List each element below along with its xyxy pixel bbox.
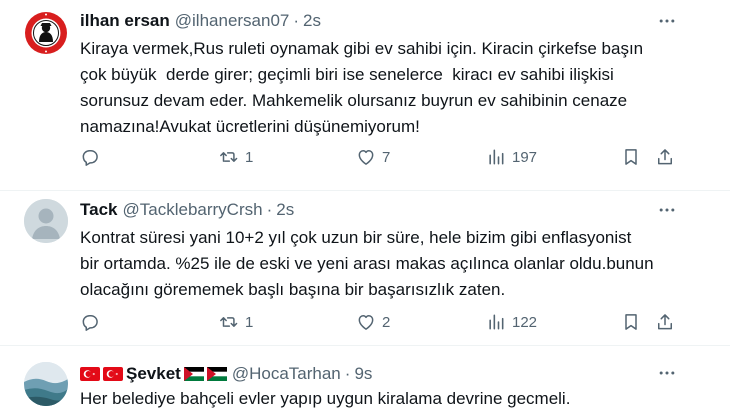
retweet-icon (220, 152, 238, 162)
timestamp[interactable]: 9s (354, 364, 372, 384)
tweet-header: Şevket @HocaTarhan · 9s (80, 362, 372, 386)
display-name[interactable]: ilhan ersan (80, 11, 170, 31)
tweet-ilhan-ersan[interactable]: ilhan ersan @ilhanersan07 · 2s Kiraya ve… (0, 0, 730, 190)
separator-dot: · (266, 200, 273, 219)
bookmark-button[interactable] (621, 145, 641, 169)
avatar[interactable] (24, 199, 68, 243)
default-avatar-icon (24, 199, 68, 243)
artvinspor-logo (25, 12, 67, 54)
share-button[interactable] (655, 145, 675, 169)
share-icon (658, 149, 672, 165)
tweet-actions: 1 2 122 (80, 310, 700, 334)
tweet-text: Kiraya vermek,Rus ruleti oynamak gibi ev… (80, 39, 644, 136)
palestine-flag-icon (183, 367, 204, 381)
display-name[interactable]: Tack (80, 200, 118, 220)
more-options-button[interactable] (655, 9, 679, 33)
views-count: 122 (512, 313, 538, 331)
avatar[interactable] (24, 11, 68, 55)
display-name[interactable]: Şevket (126, 364, 181, 384)
views-count: 197 (512, 148, 538, 166)
retweet-button[interactable]: 1 (218, 310, 253, 334)
tweet-sevket[interactable]: Şevket @HocaTarhan · 9s Her belediye bah… (0, 346, 730, 420)
bookmark-icon (625, 149, 637, 165)
username-handle[interactable]: @ilhanersan07 (175, 11, 290, 31)
like-button[interactable]: 7 (356, 145, 390, 169)
timestamp[interactable]: 2s (276, 200, 294, 220)
retweet-count: 1 (245, 313, 254, 331)
retweet-count: 1 (245, 148, 254, 166)
bookmark-button[interactable] (621, 310, 641, 334)
reply-button[interactable] (80, 310, 100, 334)
more-options-button[interactable] (655, 361, 679, 385)
reply-icon (82, 315, 98, 331)
turkey-flag-icon (80, 367, 100, 381)
tweet-tack[interactable]: Tack @TacklebarryCrsh · 2s Kontrat süres… (0, 191, 730, 345)
share-icon (658, 314, 672, 330)
more-options-button[interactable] (655, 198, 679, 222)
tweet-actions: 1 7 197 (80, 145, 700, 169)
share-button[interactable] (655, 310, 675, 334)
views-chart-icon (489, 314, 504, 330)
tweet-header: ilhan ersan @ilhanersan07 · 2s (80, 10, 321, 32)
reply-button[interactable] (80, 145, 100, 169)
tweet-header: Tack @TacklebarryCrsh · 2s (80, 199, 294, 221)
heart-icon (358, 315, 374, 330)
retweet-button[interactable]: 1 (218, 145, 253, 169)
palestine-flag-icon (206, 367, 227, 381)
turkey-flag-icon (103, 367, 123, 381)
username-handle[interactable]: @HocaTarhan (232, 364, 341, 384)
separator-dot: · (344, 364, 351, 383)
more-dots-icon (659, 208, 675, 212)
views-chart-icon (489, 149, 504, 165)
like-button[interactable]: 2 (356, 310, 390, 334)
like-count: 7 (382, 148, 391, 166)
separator-dot: · (293, 11, 300, 30)
retweet-icon (220, 317, 238, 327)
avatar-landscape-image (24, 362, 68, 406)
views-button[interactable]: 122 (486, 310, 537, 334)
username-handle[interactable]: @TacklebarryCrsh (123, 200, 263, 220)
more-dots-icon (659, 19, 675, 23)
more-dots-icon (659, 371, 675, 375)
like-count: 2 (382, 313, 391, 331)
heart-icon (358, 150, 374, 165)
tweet-text: Her belediye bahçeli evler yapıp uygun k… (80, 389, 571, 408)
tweet-text: Kontrat süresi yani 10+2 yıl çok uzun bi… (80, 228, 654, 299)
views-button[interactable]: 197 (486, 145, 537, 169)
avatar[interactable] (24, 362, 68, 406)
reply-icon (82, 150, 98, 166)
bookmark-icon (625, 314, 637, 330)
timestamp[interactable]: 2s (303, 11, 321, 31)
